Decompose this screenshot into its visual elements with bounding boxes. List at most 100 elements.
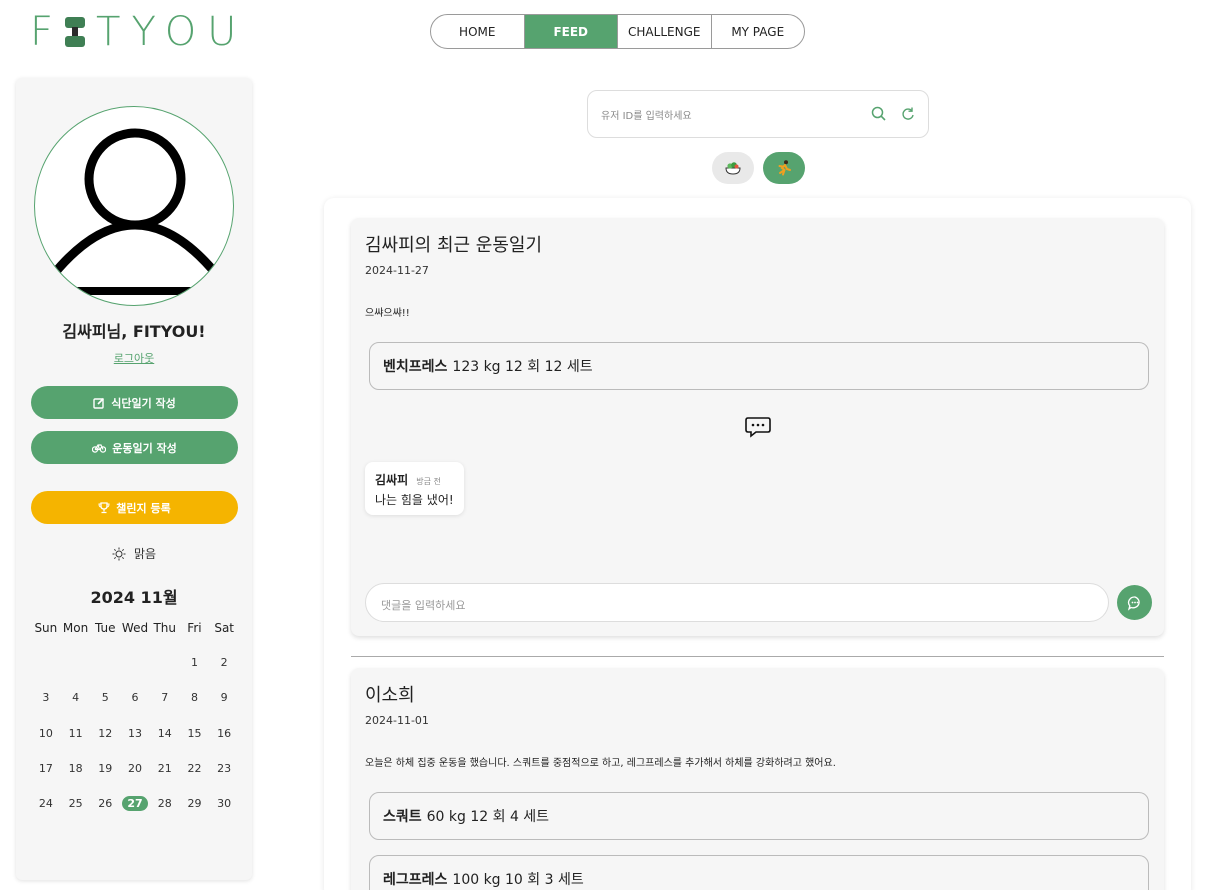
calendar-day[interactable]: 17	[31, 762, 61, 775]
profile-sidebar: 김싸피님, FITYOU! 로그아웃 식단일기 작성 운동일기 작성 챌린지 등…	[16, 78, 252, 880]
calendar-day[interactable]: 6	[120, 691, 150, 704]
comment-user: 김싸피	[375, 473, 409, 487]
search-placeholder: 유저 ID를 입력하세요	[601, 111, 692, 122]
chat-send-icon	[1127, 595, 1140, 611]
today-marker: 27	[122, 796, 148, 812]
calendar-day-today[interactable]: 27	[120, 796, 150, 812]
write-diet-diary-label: 식단일기 작성	[111, 396, 176, 410]
weekday-label: Fri	[187, 621, 202, 635]
calendar-day[interactable]: 14	[150, 727, 180, 740]
dumbbell-icon	[64, 15, 86, 49]
post-date: 2024-11-27	[365, 264, 429, 277]
calendar-day[interactable]: 12	[90, 727, 120, 740]
calendar-day[interactable]: 3	[31, 691, 61, 704]
user-search-box[interactable]: 유저 ID를 입력하세요	[587, 90, 929, 138]
diet-feed-toggle[interactable]	[712, 152, 754, 184]
feed-post: 김싸피의 최근 운동일기 2024-11-27 으쌰으쌰!! 벤치프레스 123…	[351, 218, 1164, 636]
exercise-name: 레그프레스	[383, 872, 448, 888]
exercise-detail: 100 kg 10 회 3 세트	[452, 872, 584, 888]
tab-challenge[interactable]: CHALLENGE	[618, 15, 712, 48]
register-challenge-button[interactable]: 챌린지 등록	[31, 491, 238, 524]
calendar-weekdays: Sun Mon Tue Wed Thu Fri Sat	[31, 618, 239, 638]
tab-my-page[interactable]: MY PAGE	[712, 15, 805, 48]
post-body: 으쌰으쌰!!	[365, 308, 410, 319]
user-silhouette-icon	[49, 128, 221, 295]
calendar-day[interactable]: 8	[180, 691, 210, 704]
calendar: Sun Mon Tue Wed Thu Fri Sat 1 2 3 4 5 6 7 8 9 10 1…	[31, 618, 239, 821]
logo-letter-f: F	[30, 9, 65, 55]
comment-text: 나는 힘을 냈어!	[375, 493, 454, 507]
calendar-day[interactable]: 30	[209, 797, 239, 810]
post-body: 오늘은 하체 집중 운동을 했습니다. 스쿼트를 중점적으로 하고, 레그프레스…	[365, 758, 836, 769]
send-comment-button[interactable]	[1117, 585, 1152, 620]
weekday-label: Tue	[95, 621, 116, 635]
weekday-label: Sat	[214, 621, 235, 635]
post-date: 2024-11-01	[365, 714, 429, 727]
calendar-day[interactable]: 13	[120, 727, 150, 740]
edit-icon	[93, 397, 105, 409]
weather-label: 맑음	[133, 547, 157, 561]
greeting-text: 김싸피님, FITYOU!	[62, 322, 206, 341]
calendar-day[interactable]: 24	[31, 797, 61, 810]
comment-placeholder: 댓글을 입력하세요	[381, 599, 466, 612]
weekday-label: Mon	[62, 621, 89, 635]
write-exercise-diary-button[interactable]: 운동일기 작성	[31, 431, 238, 464]
calendar-week: 12	[31, 645, 239, 680]
calendar-day[interactable]: 26	[90, 797, 120, 810]
comment-item: 김싸피 방금 전 나는 힘을 냈어!	[365, 462, 464, 515]
avatar	[34, 106, 234, 306]
tab-home[interactable]: HOME	[431, 15, 525, 48]
bicycle-icon	[92, 443, 107, 453]
feed-post: 이소희 2024-11-01 오늘은 하체 집중 운동을 했습니다. 스쿼트를 …	[351, 668, 1164, 890]
weekday-label: Wed	[121, 621, 149, 635]
tab-feed[interactable]: FEED	[524, 15, 618, 48]
main-nav: HOME FEED CHALLENGE MY PAGE	[430, 14, 805, 49]
exercise-entry: 레그프레스 100 kg 10 회 3 세트	[369, 855, 1149, 890]
calendar-day[interactable]: 19	[90, 762, 120, 775]
comment-bubble-icon[interactable]	[745, 416, 771, 438]
calendar-day[interactable]: 4	[61, 691, 91, 704]
calendar-day[interactable]: 7	[150, 691, 180, 704]
calendar-day[interactable]: 20	[120, 762, 150, 775]
calendar-week: 17 18 19 20 21 22 23	[31, 751, 239, 786]
search-icon[interactable]	[870, 105, 888, 123]
post-divider	[351, 656, 1164, 657]
calendar-day[interactable]: 28	[150, 797, 180, 810]
calendar-day[interactable]: 15	[180, 727, 210, 740]
app-logo[interactable]: F TYOU	[30, 9, 247, 55]
exercise-feed-toggle[interactable]	[763, 152, 805, 184]
calendar-day[interactable]: 25	[61, 797, 91, 810]
exercise-name: 벤치프레스	[383, 359, 448, 375]
calendar-day[interactable]: 1	[180, 656, 210, 669]
post-title: 김싸피의 최근 운동일기	[365, 235, 543, 256]
weekday-label: Sun	[34, 621, 58, 635]
calendar-day[interactable]: 11	[61, 727, 91, 740]
exercise-detail: 60 kg 12 회 4 세트	[426, 809, 550, 825]
write-diet-diary-button[interactable]: 식단일기 작성	[31, 386, 238, 419]
calendar-day[interactable]: 21	[150, 762, 180, 775]
sun-icon	[112, 547, 126, 560]
exercise-entry: 스쿼트 60 kg 12 회 4 세트	[369, 792, 1149, 840]
refresh-icon[interactable]	[899, 105, 917, 123]
calendar-day[interactable]: 10	[31, 727, 61, 740]
calendar-week: 10 11 12 13 14 15 16	[31, 716, 239, 751]
calendar-day[interactable]: 2	[209, 656, 239, 669]
calendar-day[interactable]: 18	[61, 762, 91, 775]
post-title: 이소희	[365, 685, 415, 706]
logout-link[interactable]: 로그아웃	[16, 350, 252, 366]
trophy-icon	[98, 501, 110, 513]
calendar-day[interactable]: 5	[90, 691, 120, 704]
weekday-label: Thu	[153, 621, 176, 635]
calendar-day[interactable]: 29	[180, 797, 210, 810]
calendar-title: 2024 11월	[90, 588, 178, 607]
weather-widget: 맑음	[16, 545, 252, 562]
comment-time: 방금 전	[416, 477, 441, 486]
calendar-day[interactable]: 16	[209, 727, 239, 740]
calendar-day[interactable]: 23	[209, 762, 239, 775]
salad-bowl-icon	[725, 162, 741, 175]
calendar-day[interactable]: 22	[180, 762, 210, 775]
exercise-detail: 123 kg 12 회 12 세트	[452, 359, 593, 375]
calendar-day[interactable]: 9	[209, 691, 239, 704]
comment-input[interactable]: 댓글을 입력하세요	[365, 583, 1109, 622]
register-challenge-label: 챌린지 등록	[116, 501, 171, 515]
